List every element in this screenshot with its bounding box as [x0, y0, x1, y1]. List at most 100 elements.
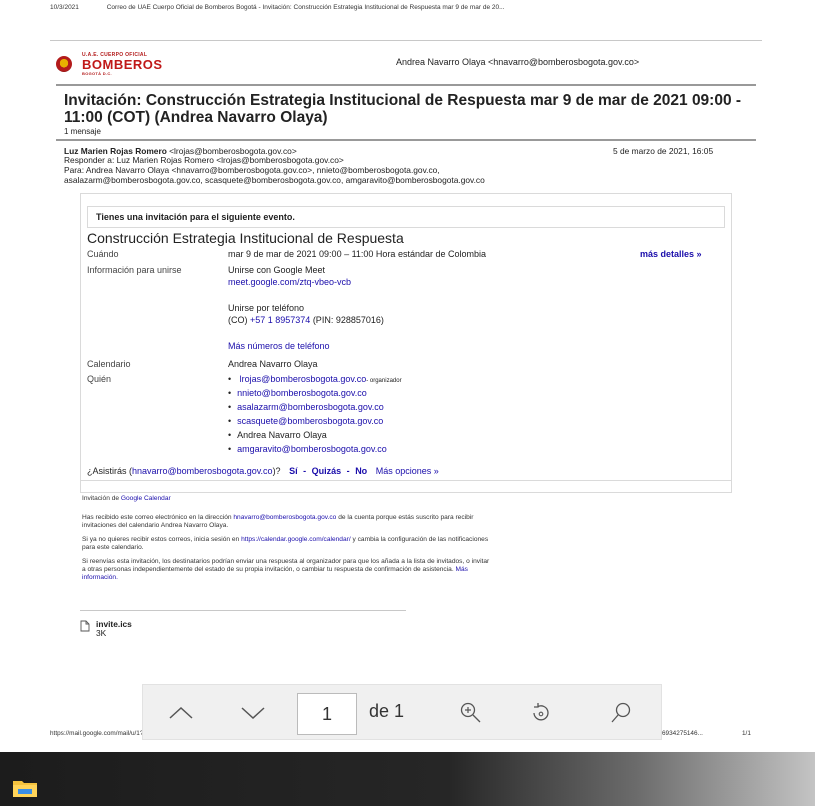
- search-button[interactable]: [601, 685, 641, 741]
- rsvp-email-link[interactable]: hnavarro@bomberosbogota.gov.co: [132, 466, 273, 476]
- organizer-tag: - organizador: [366, 378, 402, 384]
- guest-email-link[interactable]: nnieto@bomberosbogota.gov.co: [237, 388, 367, 398]
- guest-organizer: lrojas@bomberosbogota.gov.co- organizado…: [228, 374, 402, 384]
- footer-text: Invitación de: [82, 495, 121, 502]
- rsvp-question-post: )?: [272, 466, 281, 476]
- chevron-down-icon: [241, 707, 265, 720]
- when-value: mar 9 de mar de 2021 09:00 – 11:00 Hora …: [228, 249, 486, 259]
- pdf-page: 10/3/2021 Correo de UAE Cuerpo Oficial d…: [42, 0, 764, 752]
- phone-pin: (PIN: 928857016): [310, 315, 384, 325]
- print-subject: Correo de UAE Cuerpo Oficial de Bomberos…: [106, 4, 505, 11]
- rsvp-sep: -: [303, 466, 307, 476]
- rsvp-sep: -: [346, 466, 350, 476]
- divider: [50, 40, 762, 41]
- footer-paragraph-3: Si reenvías esta invitación, los destina…: [82, 558, 732, 582]
- next-page-button[interactable]: [233, 685, 273, 741]
- bomberos-logo: U.A.E. CUERPO OFICIAL BOMBEROS BOGOTÁ D.…: [56, 52, 163, 76]
- organizer-email-link[interactable]: lrojas@bomberosbogota.gov.co: [240, 374, 367, 384]
- divider: [56, 84, 756, 86]
- print-header: 10/3/2021 Correo de UAE Cuerpo Oficial d…: [50, 4, 762, 11]
- footer-text: Si reenvías esta invitación, los destina…: [82, 558, 490, 565]
- guest-item: Andrea Navarro Olaya: [228, 430, 327, 440]
- rsvp-yes-link[interactable]: Sí: [289, 466, 298, 476]
- account-address: Andrea Navarro Olaya <hnavarro@bomberosb…: [396, 57, 640, 67]
- join-label: Información para unirse: [87, 265, 182, 275]
- file-explorer-icon[interactable]: [12, 778, 38, 798]
- more-details-link[interactable]: más detalles »: [640, 249, 702, 259]
- message-count: 1 mensaje: [64, 127, 101, 136]
- guest-item: nnieto@bomberosbogota.gov.co: [228, 388, 367, 398]
- zoom-in-icon: [460, 702, 481, 723]
- google-calendar-link[interactable]: Google Calendar: [121, 495, 171, 502]
- guest-name: Andrea Navarro Olaya: [237, 430, 327, 440]
- join-meet-text: Unirse con Google Meet: [228, 265, 326, 275]
- logo-text: U.A.E. CUERPO OFICIAL BOMBEROS BOGOTÁ D.…: [82, 52, 163, 76]
- rotate-button[interactable]: [521, 685, 561, 741]
- join-phone-text: Unirse por teléfono: [228, 303, 305, 313]
- bomberos-seal-icon: [56, 56, 72, 72]
- footer-text: Has recibido este correo electrónico en …: [82, 514, 234, 521]
- footer-email-link[interactable]: hnavarro@bomberosbogota.gov.co: [233, 514, 336, 521]
- previous-page-button[interactable]: [161, 685, 201, 741]
- reply-to: Responder a: Luz Marien Rojas Romero <lr…: [64, 155, 344, 165]
- more-info-link[interactable]: información.: [82, 574, 118, 581]
- more-numbers-link[interactable]: Más números de teléfono: [228, 341, 330, 351]
- footer-text: Si ya no quieres recibir estos correos, …: [82, 536, 242, 543]
- guest-item: asalazarm@bomberosbogota.gov.co: [228, 402, 384, 412]
- pdf-toolbar: 1 de 1: [142, 684, 662, 740]
- divider: [80, 610, 406, 611]
- attachment-info: invite.ics 3K: [96, 620, 132, 638]
- zoom-in-button[interactable]: [451, 685, 491, 741]
- rotate-icon: [533, 703, 549, 721]
- footer-text: a otras personas independientemente del …: [82, 566, 456, 573]
- footer-paragraph-1: Has recibido este correo electrónico en …: [82, 514, 732, 530]
- search-icon: [611, 702, 631, 723]
- print-footer-tail: 6934275146...: [662, 730, 703, 737]
- rsvp-no-link[interactable]: No: [355, 466, 367, 476]
- footer-text: y cambia la configuración de las notific…: [350, 536, 489, 543]
- phone-line: (CO) +57 1 8957374 (PIN: 928857016): [228, 315, 384, 325]
- guest-item: scasquete@bomberosbogota.gov.co: [228, 416, 383, 426]
- page-number-input[interactable]: 1: [297, 693, 357, 735]
- attachment-size: 3K: [96, 628, 107, 638]
- guest-item: amgaravito@bomberosbogota.gov.co: [228, 444, 387, 454]
- divider: [56, 139, 756, 141]
- taskbar: [0, 752, 815, 806]
- attachment[interactable]: invite.ics 3K: [80, 620, 132, 638]
- phone-number-link[interactable]: +57 1 8957374: [250, 315, 310, 325]
- divider: [80, 480, 732, 481]
- logo-brand-text: BOMBEROS: [82, 57, 163, 72]
- phone-prefix: (CO): [228, 315, 250, 325]
- calendar-value: Andrea Navarro Olaya: [228, 359, 318, 369]
- guest-email-link[interactable]: scasquete@bomberosbogota.gov.co: [237, 416, 383, 426]
- print-footer-pages: 1/1: [742, 730, 751, 737]
- footer-text: de la cuenta porque estás suscrito para …: [336, 514, 474, 521]
- email-subject: Invitación: Construcción Estrategia Inst…: [64, 92, 742, 126]
- footer-invitation-from: Invitación de Google Calendar: [82, 495, 732, 503]
- calendar-label: Calendario: [87, 359, 131, 369]
- rsvp-row: ¿Asistirás (hnavarro@bomberosbogota.gov.…: [87, 466, 439, 476]
- footer-paragraph-2: Si ya no quieres recibir estos correos, …: [82, 536, 732, 552]
- when-label: Cuándo: [87, 249, 119, 259]
- footer-text: invitaciones del calendario Andrea Navar…: [82, 522, 229, 529]
- footer-text: para este calendario.: [82, 544, 144, 551]
- rsvp-maybe-link[interactable]: Quizás: [312, 466, 342, 476]
- invitation-banner: Tienes una invitación para el siguiente …: [87, 206, 725, 228]
- message-date: 5 de marzo de 2021, 16:05: [613, 146, 714, 156]
- guest-email-link[interactable]: asalazarm@bomberosbogota.gov.co: [237, 402, 384, 412]
- who-label: Quién: [87, 374, 112, 384]
- rsvp-question-pre: ¿Asistirás (: [87, 466, 132, 476]
- calendar-url-link[interactable]: https://calendar.google.com/calendar/: [241, 536, 351, 543]
- chevron-up-icon: [169, 706, 193, 719]
- meet-link[interactable]: meet.google.com/ztq-vbeo-vcb: [228, 277, 351, 287]
- page-total: de 1: [369, 701, 405, 721]
- rsvp-more-link[interactable]: Más opciones »: [376, 466, 439, 476]
- more-info-link[interactable]: Más: [456, 566, 468, 573]
- recipients-line-2: asalazarm@bomberosbogota.gov.co, scasque…: [64, 175, 485, 185]
- event-title: Construcción Estrategia Institucional de…: [87, 230, 404, 246]
- guest-email-link[interactable]: amgaravito@bomberosbogota.gov.co: [237, 444, 387, 454]
- print-date: 10/3/2021: [50, 4, 79, 11]
- file-icon: [80, 620, 90, 632]
- recipients-line-1: Para: Andrea Navarro Olaya <hnavarro@bom…: [64, 165, 440, 175]
- document-viewer: 10/3/2021 Correo de UAE Cuerpo Oficial d…: [0, 0, 815, 752]
